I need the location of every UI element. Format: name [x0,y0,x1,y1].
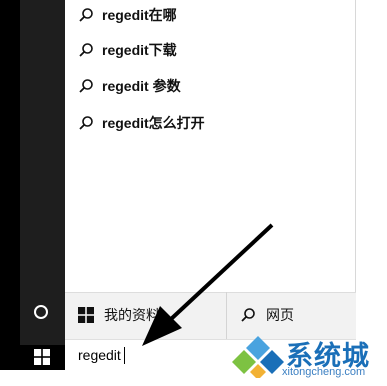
annotation-arrow-icon [142,223,274,346]
watermark: 系统城 xitongcheng.com [232,332,382,384]
watermark-url: xitongcheng.com [282,366,366,378]
brand-logo-icon [232,336,284,378]
